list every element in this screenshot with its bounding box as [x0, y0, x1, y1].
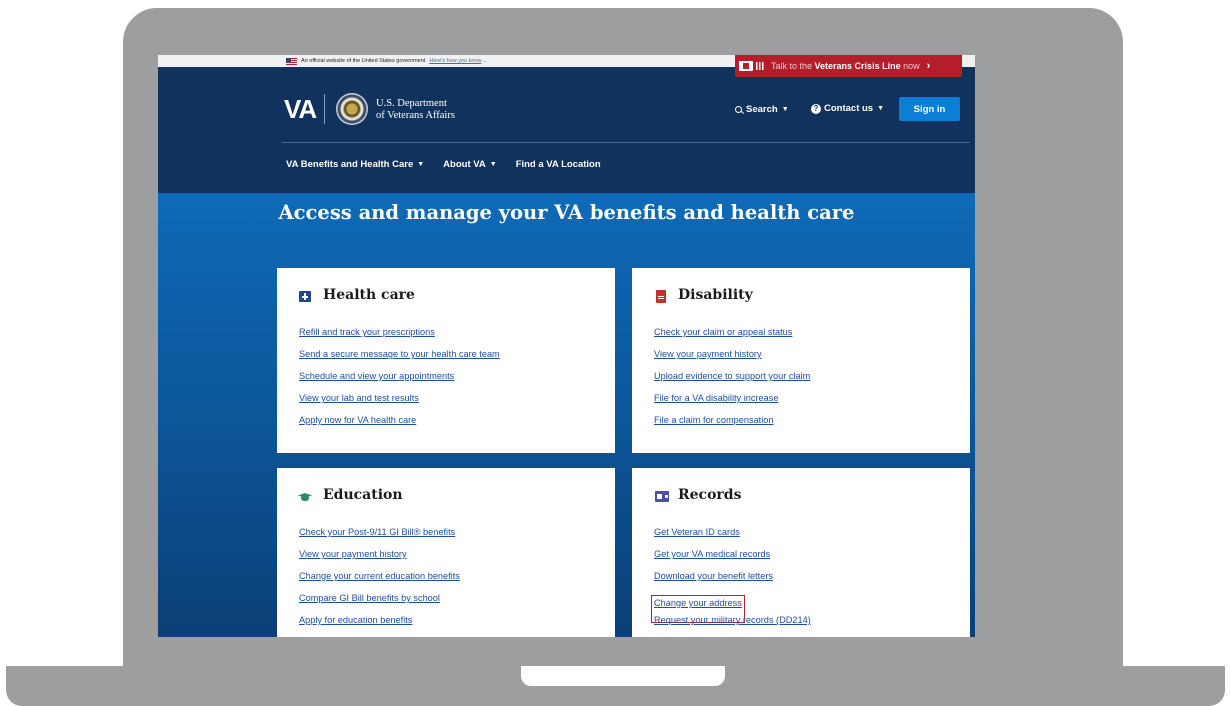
medical-kit-icon [299, 291, 311, 302]
card-education: Education Check your Post-9/11 GI Bill® … [277, 468, 615, 637]
card-title: Disability [678, 287, 753, 303]
dept-name-line1[interactable]: U.S. Department [376, 98, 447, 109]
chevron-right-icon: › [926, 60, 931, 72]
link-lab-results[interactable]: View your lab and test results [299, 393, 500, 415]
phone-card-icon [739, 61, 753, 71]
va-seal-icon[interactable] [336, 93, 368, 125]
link-refill-prescriptions[interactable]: Refill and track your prescriptions [299, 327, 500, 349]
document-icon [656, 290, 666, 303]
nav-item-label: Find a VA Location [515, 158, 601, 170]
gov-banner-link[interactable]: Here's how you know [429, 58, 481, 64]
chevron-down-icon: ▼ [877, 105, 885, 112]
link-secure-message[interactable]: Send a secure message to your health car… [299, 349, 500, 371]
chevron-down-icon: ▼ [417, 160, 425, 168]
chevron-down-icon[interactable]: ⌄ [482, 58, 486, 64]
card-title: Health care [323, 287, 415, 303]
us-flag-icon [286, 57, 297, 65]
card-records: Records Get Veteran ID cards Get your VA… [632, 468, 970, 637]
link-gi-bill-benefits[interactable]: Check your Post-9/11 GI Bill® benefits [299, 527, 460, 549]
link-change-education-benefits[interactable]: Change your current education benefits [299, 571, 460, 593]
link-military-records[interactable]: Request your military records (DD214) [654, 615, 811, 637]
va-logo[interactable]: VA [284, 94, 317, 125]
link-apply-education[interactable]: Apply for education benefits [299, 615, 460, 637]
card-disability: Disability Check your claim or appeal st… [632, 268, 970, 453]
help-icon: ? [811, 103, 821, 114]
card-title: Records [678, 487, 742, 503]
keypad-icon [756, 62, 764, 70]
nav-item-benefits[interactable]: VA Benefits and Health Care ▼ [286, 159, 424, 170]
card-links: Get Veteran ID cards Get your VA medical… [651, 527, 811, 637]
link-payment-history[interactable]: View your payment history [299, 549, 460, 571]
id-card-icon [655, 491, 669, 502]
crisis-line-button[interactable]: Talk to the Veterans Crisis Line now › [735, 55, 962, 77]
gov-banner-text: An official website of the United States… [301, 58, 426, 64]
logo-divider [324, 94, 325, 124]
card-health-care: Health care Refill and track your prescr… [277, 268, 615, 453]
link-disability-increase[interactable]: File for a VA disability increase [654, 393, 810, 415]
link-payment-history[interactable]: View your payment history [654, 349, 810, 371]
link-schedule-appointments[interactable]: Schedule and view your appointments [299, 371, 500, 393]
card-links: Check your Post-9/11 GI Bill® benefits V… [299, 527, 460, 637]
nav-item-about[interactable]: About VA ▼ [443, 159, 497, 170]
search-button[interactable]: Search ▼ [735, 104, 789, 115]
contact-us-button[interactable]: ? Contact us ▼ [811, 103, 884, 114]
contact-us-label: Contact us [824, 103, 874, 114]
nav-item-label: VA Benefits and Health Care [286, 158, 414, 170]
chevron-down-icon: ▼ [781, 106, 789, 113]
link-compare-gi-bill[interactable]: Compare GI Bill benefits by school [299, 593, 460, 615]
search-label: Search [746, 104, 778, 115]
sign-in-button[interactable]: Sign in [899, 97, 960, 121]
site-header: VA U.S. Department of Veterans Affairs S… [158, 67, 975, 193]
chevron-down-icon: ▼ [489, 160, 497, 168]
header-divider [282, 142, 970, 143]
nav-item-find-location[interactable]: Find a VA Location [516, 159, 601, 170]
link-medical-records[interactable]: Get your VA medical records [654, 549, 811, 571]
link-file-compensation[interactable]: File a claim for compensation [654, 415, 810, 437]
link-apply-health-care[interactable]: Apply now for VA health care [299, 415, 500, 437]
link-upload-evidence[interactable]: Upload evidence to support your claim [654, 371, 810, 393]
link-claim-status[interactable]: Check your claim or appeal status [654, 327, 810, 349]
highlight-wrapper: Change your address [651, 593, 811, 623]
dept-name-line2[interactable]: of Veterans Affairs [376, 110, 455, 121]
browser-screen: An official website of the United States… [158, 55, 975, 637]
card-links: Refill and track your prescriptions Send… [299, 327, 500, 437]
nav-item-label: About VA [443, 158, 486, 170]
link-veteran-id[interactable]: Get Veteran ID cards [654, 527, 811, 549]
card-links: Check your claim or appeal status View y… [654, 327, 810, 437]
crisis-line-text: Talk to the Veterans Crisis Line now [771, 61, 920, 71]
main-nav: VA Benefits and Health Care ▼ About VA ▼… [286, 157, 620, 171]
link-benefit-letters[interactable]: Download your benefit letters [654, 571, 811, 593]
laptop-notch [521, 666, 725, 686]
page-title: Access and manage your VA benefits and h… [278, 201, 855, 224]
search-icon [735, 106, 742, 113]
graduation-cap-icon [298, 492, 312, 502]
card-title: Education [323, 487, 403, 503]
